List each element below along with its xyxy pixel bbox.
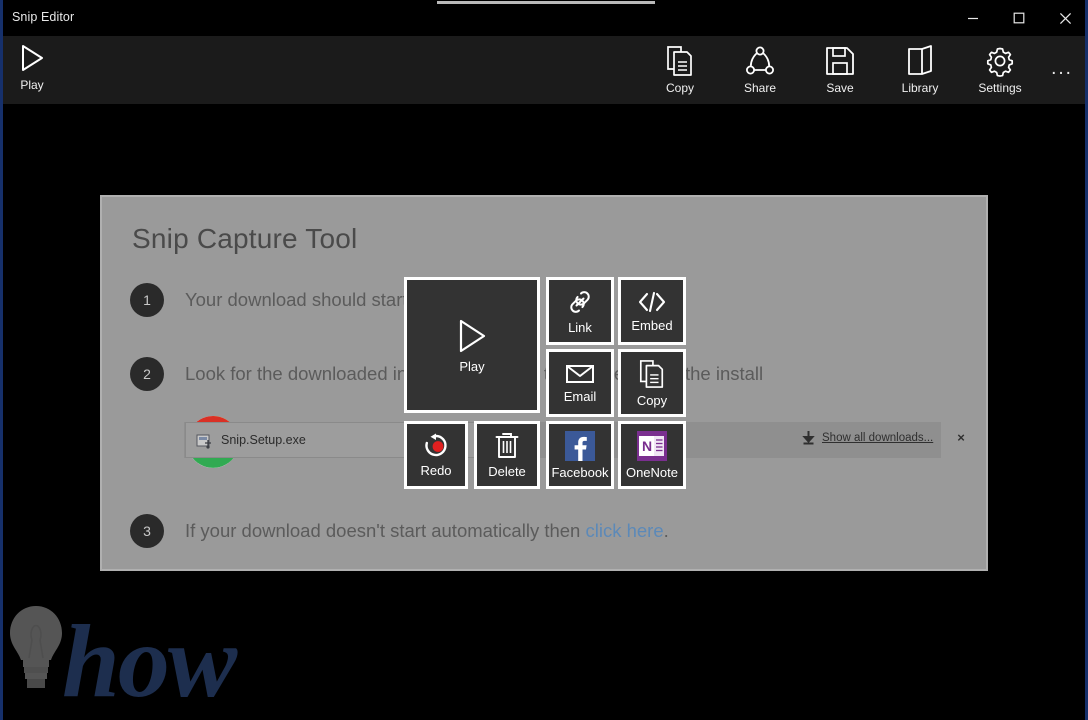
toolbar-copy-button[interactable]: Copy bbox=[640, 41, 720, 95]
svg-text:N: N bbox=[642, 438, 652, 454]
step-text-tail: the install bbox=[685, 363, 763, 385]
close-button[interactable] bbox=[1042, 0, 1088, 36]
toolbar-library-label: Library bbox=[880, 82, 960, 95]
facebook-icon bbox=[565, 431, 595, 461]
toolbar-share-label: Share bbox=[720, 82, 800, 95]
tile-link-label: Link bbox=[568, 321, 592, 335]
tile-redo-label: Redo bbox=[420, 464, 451, 478]
step-item-3: 3 If your download doesn't start automat… bbox=[130, 514, 669, 548]
tile-onenote-label: OneNote bbox=[626, 466, 678, 480]
lightbulb-icon bbox=[2, 600, 70, 715]
step-number: 1 bbox=[130, 283, 164, 317]
tile-embed[interactable]: Embed bbox=[618, 277, 686, 345]
tile-embed-label: Embed bbox=[631, 319, 672, 333]
toolbar-library-button[interactable]: Library bbox=[880, 41, 960, 95]
tile-onenote[interactable]: N OneNote bbox=[618, 421, 686, 489]
copy-pages-icon bbox=[640, 44, 720, 78]
window-title: Snip Editor bbox=[12, 10, 74, 24]
minimize-button[interactable] bbox=[950, 0, 996, 36]
code-brackets-icon bbox=[637, 290, 667, 314]
toolbar-overflow-button[interactable]: ... bbox=[1040, 41, 1084, 105]
installer-file-icon bbox=[196, 432, 213, 449]
gear-icon bbox=[960, 44, 1040, 78]
envelope-icon bbox=[565, 363, 595, 385]
toolbar-copy-label: Copy bbox=[640, 82, 720, 95]
step-text-lead: If your download doesn't start automatic… bbox=[185, 520, 585, 541]
toolbar-settings-label: Settings bbox=[960, 82, 1040, 95]
close-download-bar-button[interactable]: × bbox=[957, 430, 965, 445]
click-here-link[interactable]: click here bbox=[585, 520, 663, 541]
main-toolbar: Play Copy bbox=[0, 36, 1088, 104]
tile-facebook[interactable]: Facebook bbox=[546, 421, 614, 489]
tile-delete-label: Delete bbox=[488, 465, 526, 479]
chain-link-icon bbox=[566, 288, 594, 316]
redo-arrow-icon bbox=[422, 433, 450, 459]
step-text-suffix: . bbox=[664, 520, 669, 541]
snip-editor-window: Snip Editor bbox=[0, 0, 1088, 720]
window-top-hairline bbox=[437, 1, 655, 4]
tile-play[interactable]: Play bbox=[404, 277, 540, 413]
toolbar-play-label: Play bbox=[10, 79, 54, 92]
tile-copy-label: Copy bbox=[637, 394, 667, 408]
toolbar-settings-button[interactable]: Settings bbox=[960, 41, 1040, 95]
tile-link[interactable]: Link bbox=[546, 277, 614, 345]
tile-facebook-label: Facebook bbox=[551, 466, 608, 480]
toolbar-save-label: Save bbox=[800, 82, 880, 95]
step-number: 2 bbox=[130, 357, 164, 391]
tile-redo[interactable]: Redo bbox=[404, 421, 468, 489]
editor-canvas: Snip Capture Tool 1 Your download should… bbox=[0, 104, 1088, 720]
step-text: If your download doesn't start automatic… bbox=[185, 520, 669, 542]
close-icon bbox=[1059, 12, 1072, 25]
tile-email-label: Email bbox=[564, 390, 597, 404]
title-bar: Snip Editor bbox=[0, 0, 1088, 36]
window-controls bbox=[950, 0, 1088, 36]
tile-play-label: Play bbox=[459, 360, 484, 374]
toolbar-play-button[interactable]: Play bbox=[10, 41, 54, 92]
tile-delete[interactable]: Delete bbox=[474, 421, 540, 489]
tile-copy[interactable]: Copy bbox=[618, 349, 686, 417]
trash-can-icon bbox=[494, 432, 520, 460]
toolbar-save-button[interactable]: Save bbox=[800, 41, 880, 95]
onenote-icon: N bbox=[637, 431, 667, 461]
play-triangle-icon bbox=[455, 317, 489, 355]
download-file-name: Snip.Setup.exe bbox=[221, 433, 306, 447]
maximize-button[interactable] bbox=[996, 0, 1042, 36]
toolbar-actions: Copy Share bbox=[640, 41, 1084, 105]
share-nodes-icon bbox=[720, 44, 800, 78]
maximize-icon bbox=[1013, 12, 1025, 24]
watermark-text: how bbox=[62, 610, 235, 714]
page-title: Snip Capture Tool bbox=[132, 223, 357, 255]
tile-email[interactable]: Email bbox=[546, 349, 614, 417]
toolbar-share-button[interactable]: Share bbox=[720, 41, 800, 95]
copy-pages-icon bbox=[638, 359, 666, 389]
download-arrow-icon bbox=[802, 430, 815, 445]
step-number: 3 bbox=[130, 514, 164, 548]
download-bar-actions: Show all downloads... × bbox=[802, 430, 965, 445]
book-icon bbox=[880, 44, 960, 78]
floppy-disk-icon bbox=[800, 44, 880, 78]
show-all-downloads-link[interactable]: Show all downloads... bbox=[822, 432, 933, 444]
minimize-icon bbox=[967, 12, 979, 24]
play-triangle-icon bbox=[10, 41, 54, 75]
watermark: how bbox=[0, 590, 340, 720]
captured-screenshot-card: Snip Capture Tool 1 Your download should… bbox=[100, 195, 988, 571]
window-edge-left bbox=[0, 0, 3, 720]
